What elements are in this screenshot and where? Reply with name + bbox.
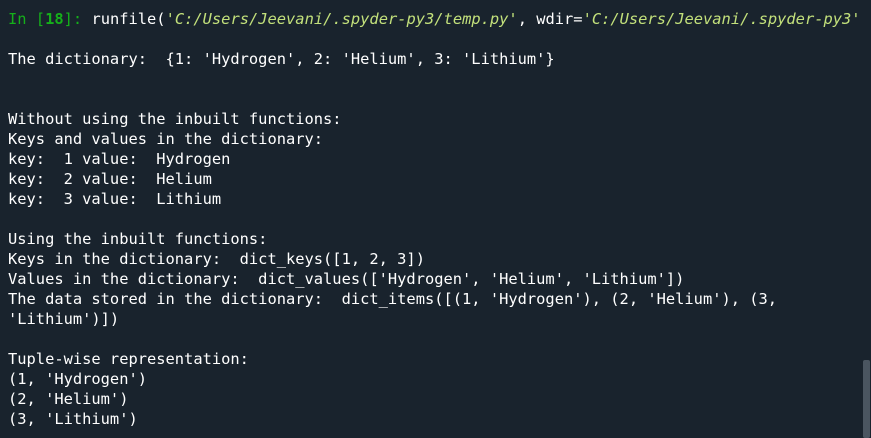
runfile-call-start: runfile(: [91, 10, 166, 28]
output-line: Keys and values in the dictionary:: [8, 130, 324, 148]
in-prompt-number: 18: [45, 10, 64, 28]
scrollbar-thumb[interactable]: [863, 360, 870, 438]
ipython-console[interactable]: In [18]: runfile('C:/Users/Jeevani/.spyd…: [0, 0, 871, 438]
output-line: (1, 'Hydrogen'): [8, 370, 147, 388]
runfile-wdir-separator: , wdir=: [517, 10, 583, 28]
output-line: The dictionary: {1: 'Hydrogen', 2: 'Heli…: [8, 50, 555, 68]
output-line: Tuple-wise representation:: [8, 350, 249, 368]
in-prompt-label: In [: [8, 10, 46, 28]
vertical-scrollbar[interactable]: [862, 0, 871, 438]
input-prompt-line: In [18]: runfile('C:/Users/Jeevani/.spyd…: [8, 9, 870, 29]
output-line: key: 1 value: Hydrogen: [8, 150, 231, 168]
output-line: The data stored in the dictionary: dict_…: [8, 290, 778, 308]
output-line: key: 2 value: Helium: [8, 170, 212, 188]
output-line: Values in the dictionary: dict_values(['…: [8, 270, 685, 288]
runfile-wdir-string: 'C:/Users/Jeevani/.spyder-py3': [582, 10, 861, 28]
output-line: Keys in the dictionary: dict_keys([1, 2,…: [8, 250, 425, 268]
output-line: Without using the inbuilt functions:: [8, 110, 342, 128]
in-prompt-close: ]:: [63, 10, 92, 28]
runfile-path-string: 'C:/Users/Jeevani/.spyder-py3/temp.py': [165, 10, 518, 28]
output-line: (3, 'Lithium'): [8, 410, 138, 428]
output-line: key: 3 value: Lithium: [8, 190, 222, 208]
output-line: 'Lithium')]): [8, 310, 120, 328]
output-line: Using the inbuilt functions:: [8, 230, 268, 248]
output-line: (2, 'Helium'): [8, 390, 129, 408]
